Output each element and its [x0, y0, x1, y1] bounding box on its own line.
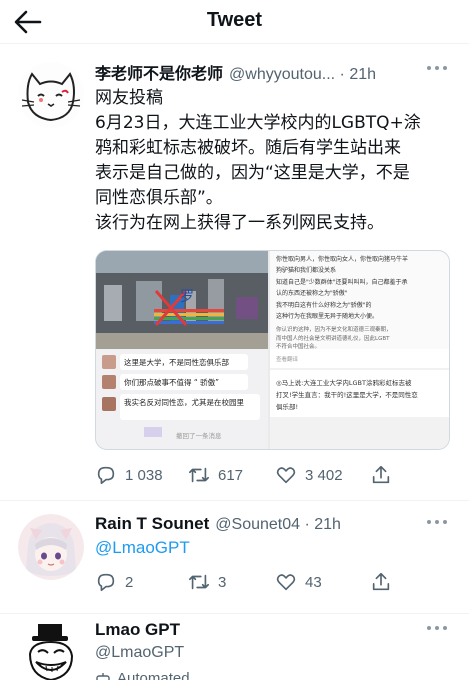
author-name[interactable]: Rain T Sounet [95, 514, 209, 534]
anime-avatar-image [18, 514, 84, 580]
comment-line: 知道自己是"少数群体"还要叫叫叫，自己都羞于承 [276, 278, 408, 286]
page-title: Tweet [206, 9, 263, 31]
avatar[interactable] [18, 514, 84, 580]
comment-line: 认的东西还被称之为"骄傲" [276, 289, 348, 297]
graffiti-text: 罗 [180, 289, 194, 305]
dot [435, 66, 439, 70]
main-tweet[interactable]: 李老师不是你老师 @whyyoutou... · 21h 网友投稿 6月23日，… [0, 54, 469, 494]
avatar[interactable] [18, 620, 84, 680]
automated-badge: Automated [95, 670, 190, 680]
heart-icon [276, 467, 296, 484]
top-bar: Tweet [0, 0, 469, 44]
tweet-text-line: 同性恋俱乐部”。 [95, 188, 223, 208]
comment-screenshot [270, 251, 449, 349]
comment-line: 不符合中国社会。 [276, 342, 320, 350]
reply-count: 2 [125, 573, 134, 591]
comment-line: 狗驴猫和我们都没关系 [276, 266, 336, 274]
retweet-count: 617 [218, 466, 244, 484]
dot [435, 626, 439, 630]
withdrawn-notice: 撤回了一条消息 [176, 431, 222, 440]
media-collage: 罗 这里是大学，不是同性恋俱乐部 你们那点破事不值得 “ 骄傲” 我实名反对同性… [96, 251, 449, 449]
tweet-media[interactable]: 罗 这里是大学，不是同性恋俱乐部 你们那点破事不值得 “ 骄傲” 我实名反对同性… [95, 250, 450, 450]
more-options-button[interactable] [427, 622, 449, 634]
retweet-icon [189, 467, 209, 483]
like-count: 3 402 [305, 466, 343, 484]
share-button[interactable] [370, 464, 392, 486]
tweet-time[interactable]: 21h [314, 516, 341, 534]
tweet-text-line: 表示是自己做的，因为“这里是大学，不是 [95, 163, 410, 183]
dot [443, 520, 447, 524]
mention-link[interactable]: @LmaoGPT [95, 538, 190, 558]
author-row: 李老师不是你老师 @whyyoutou... · 21h [95, 60, 376, 84]
reply-count: 1 038 [125, 466, 163, 484]
heart-icon [276, 574, 296, 591]
share-icon [372, 572, 390, 591]
more-options-button[interactable] [427, 62, 449, 74]
separator-dot: · [335, 66, 350, 83]
tweet-text-line: 6月23日，大连工业大学校内的LGBTQ+涂 [95, 113, 421, 133]
like-button[interactable]: 3 402 [275, 464, 343, 486]
automated-label: Automated [117, 670, 190, 680]
divider [0, 500, 469, 501]
share-icon [372, 465, 390, 484]
reply-icon [97, 573, 115, 592]
robot-icon [96, 672, 110, 680]
tweet-actions: 2 3 43 [95, 571, 455, 593]
chat-message: 我实名反对同性恋，尤其是在校园里 [124, 397, 244, 407]
dot [435, 520, 439, 524]
reply-icon [97, 466, 115, 485]
reply-tweet[interactable]: Rain T Sounet @Sounet04 · 21h @LmaoGPT 2… [0, 508, 469, 612]
chat-message: 这里是大学，不是同性恋俱乐部 [124, 357, 229, 367]
tweet-text-line: 网友投稿 [95, 88, 163, 108]
like-count: 43 [305, 573, 322, 591]
comment-line: 而中国人的社会是文明讲道德礼仪，因此LGBT [276, 334, 390, 342]
retweet-button[interactable]: 617 [188, 464, 243, 486]
tweet-actions: 1 038 617 3 402 [95, 464, 455, 486]
reply-button[interactable]: 2 [95, 571, 133, 593]
tweet-time[interactable]: 21h [349, 66, 376, 84]
dot [443, 66, 447, 70]
author-row: Rain T Sounet @Sounet04 · 21h [95, 514, 341, 536]
separator-dot: · [300, 516, 315, 533]
cat-avatar-image [18, 62, 84, 128]
reply-button[interactable]: 1 038 [95, 464, 163, 486]
avatar[interactable] [18, 62, 84, 128]
tweet-text: 网友投稿 6月23日，大连工业大学校内的LGBTQ+涂 鸦和彩虹标志被破坏。随后… [95, 86, 455, 236]
comment-line: 这种行为在我眼里无异于随地大小便。 [276, 312, 378, 320]
reply-tweet[interactable]: Lmao GPT @LmaoGPT Automated [0, 614, 469, 680]
author-handle[interactable]: @Sounet04 [215, 516, 300, 534]
author-name[interactable]: Lmao GPT [95, 620, 180, 640]
chat-message: 你们那点破事不值得 “ 骄傲” [124, 377, 219, 387]
repost-line: ◎马上说:大连工业大学内LGBT涂鸦彩虹标志被 [276, 378, 412, 387]
translate-link: 查看翻译 [276, 355, 299, 363]
retweet-icon [189, 574, 209, 590]
dot [427, 520, 431, 524]
retweet-count: 3 [218, 573, 227, 591]
trollface-avatar-image [18, 620, 84, 680]
dot [427, 66, 431, 70]
author-name[interactable]: 李老师不是你老师 [95, 60, 223, 84]
comment-line: 你性取向男人，你性取向女人，你性取向猪马牛羊 [276, 255, 408, 263]
dot [427, 626, 431, 630]
author-handle[interactable]: @LmaoGPT [95, 644, 184, 662]
dot [443, 626, 447, 630]
repost-line: 打叉!学生直言：我干的!这里是大学，不是同性恋 [276, 390, 418, 399]
repost-line: 俱乐部! [276, 402, 298, 411]
share-button[interactable] [370, 571, 392, 593]
more-options-button[interactable] [427, 516, 449, 528]
author-row: Lmao GPT [95, 620, 186, 642]
tweet-text-line: 该行为在网上获得了一系列网民支持。 [95, 213, 384, 233]
like-button[interactable]: 43 [275, 571, 322, 593]
tweet-text-line: 鸦和彩虹标志被破坏。随后有学生站出来 [95, 138, 401, 158]
comment-line: 我不明白这有什么好称之为"骄傲"的 [276, 301, 372, 309]
retweet-button[interactable]: 3 [188, 571, 226, 593]
author-handle[interactable]: @whyyoutou... [229, 66, 335, 84]
comment-line: 你认识的这种，因为不是文化和道德三观秦朝， [276, 325, 392, 333]
